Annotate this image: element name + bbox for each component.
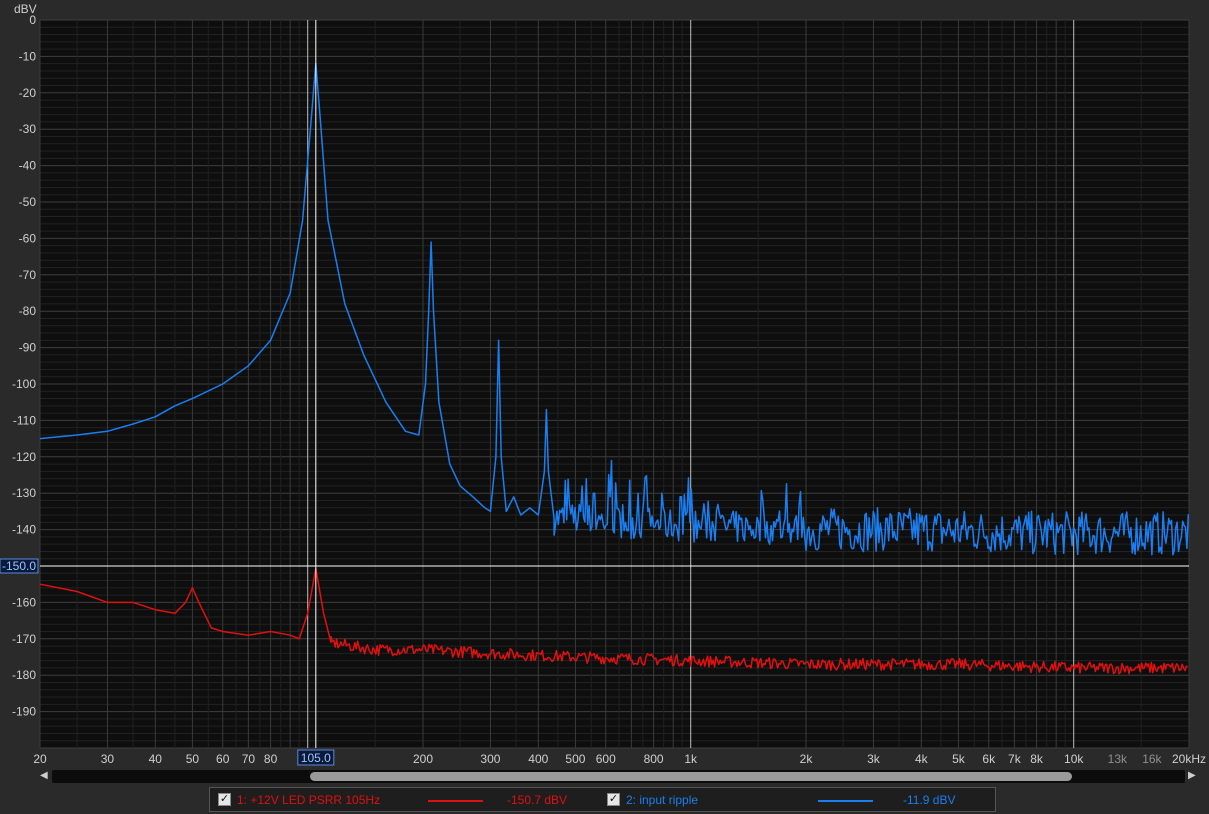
- x-tick-label: 40: [149, 752, 163, 766]
- y-tick-label: -90: [19, 341, 37, 355]
- y-tick-label: -40: [19, 159, 37, 173]
- x-tick-label: 20kHz: [1172, 752, 1206, 766]
- x-tick-label: 800: [644, 752, 664, 766]
- x-tick-label: 70: [242, 752, 256, 766]
- scroll-left-arrow[interactable]: ◀: [40, 770, 48, 781]
- series-1-label: 1: +12V LED PSRR 105Hz: [237, 793, 381, 807]
- y-tick-label: -120: [12, 450, 36, 464]
- x-tick-label: 2k: [800, 752, 814, 766]
- y-axis: 0-10-20-30-40-50-60-70-80-90-100-110-120…: [12, 13, 36, 719]
- y-tick-label: -60: [19, 231, 37, 245]
- legend-bar: ✓ 1: +12V LED PSRR 105Hz -150.7 dBV ✓ 2:…: [209, 787, 996, 812]
- x-axis: 20 30 40 50 60 70 80 200 300 400 500 600 800 1k 2k 3k 4k…: [33, 752, 1206, 766]
- x-tick-label: 80: [264, 752, 278, 766]
- y-tick-label: -30: [19, 122, 37, 136]
- y-tick-label: -170: [12, 632, 36, 646]
- cursor-x-readout: 105.0: [301, 751, 331, 765]
- y-tick-label: -110: [13, 413, 36, 427]
- series-2-checkbox[interactable]: ✓: [607, 793, 620, 806]
- series-2-swatch: [818, 800, 873, 802]
- y-tick-label: -80: [19, 304, 37, 318]
- y-tick-label: -160: [12, 595, 36, 609]
- x-tick-label: 20: [33, 752, 47, 766]
- x-tick-label: 5k: [952, 752, 966, 766]
- y-tick-label: -100: [12, 377, 36, 391]
- series-1-readout: -150.7 dBV: [507, 793, 568, 807]
- x-tick-label: 60: [216, 752, 230, 766]
- x-tick-label: 13k: [1108, 752, 1128, 766]
- x-tick-label: 8k: [1030, 752, 1044, 766]
- grid: [39, 19, 1190, 749]
- x-tick-label: 1k: [684, 752, 698, 766]
- y-tick-label: -50: [19, 195, 37, 209]
- y-tick-label: -10: [19, 49, 37, 63]
- y-tick-label: -130: [12, 486, 36, 500]
- x-tick-label: 500: [565, 752, 585, 766]
- x-tick-label: 16k: [1142, 752, 1162, 766]
- scroll-right-arrow[interactable]: ▶: [1188, 770, 1196, 781]
- x-tick-label: 400: [528, 752, 548, 766]
- series-2-label: 2: input ripple: [626, 793, 699, 807]
- y-tick-label: -180: [12, 668, 36, 682]
- x-tick-label: 10k: [1064, 752, 1084, 766]
- y-tick-label: -20: [19, 86, 37, 100]
- y-axis-unit: dBV: [14, 2, 37, 16]
- cursor-y-readout: -150.0: [2, 559, 36, 573]
- y-tick-label: -70: [19, 268, 37, 282]
- x-tick-label: 4k: [915, 752, 929, 766]
- x-tick-label: 300: [480, 752, 500, 766]
- horizontal-scrollbar[interactable]: [52, 770, 1185, 783]
- x-tick-label: 30: [101, 752, 115, 766]
- series-1-checkbox[interactable]: ✓: [218, 793, 231, 806]
- series-1-swatch: [428, 800, 483, 802]
- x-tick-label: 600: [596, 752, 616, 766]
- scrollbar-thumb[interactable]: [310, 772, 1072, 781]
- y-tick-label: -140: [12, 523, 36, 537]
- x-tick-label: 50: [186, 752, 200, 766]
- x-tick-label: 200: [413, 752, 433, 766]
- x-tick-label: 6k: [982, 752, 996, 766]
- y-tick-label: -190: [12, 705, 36, 719]
- spectrum-chart[interactable]: 105.0-150.0 0-10-20-30-40-50-60-70-80-90…: [0, 0, 1209, 814]
- x-tick-label: 7k: [1008, 752, 1022, 766]
- x-tick-label: 3k: [867, 752, 881, 766]
- series-2-readout: -11.9 dBV: [903, 793, 956, 807]
